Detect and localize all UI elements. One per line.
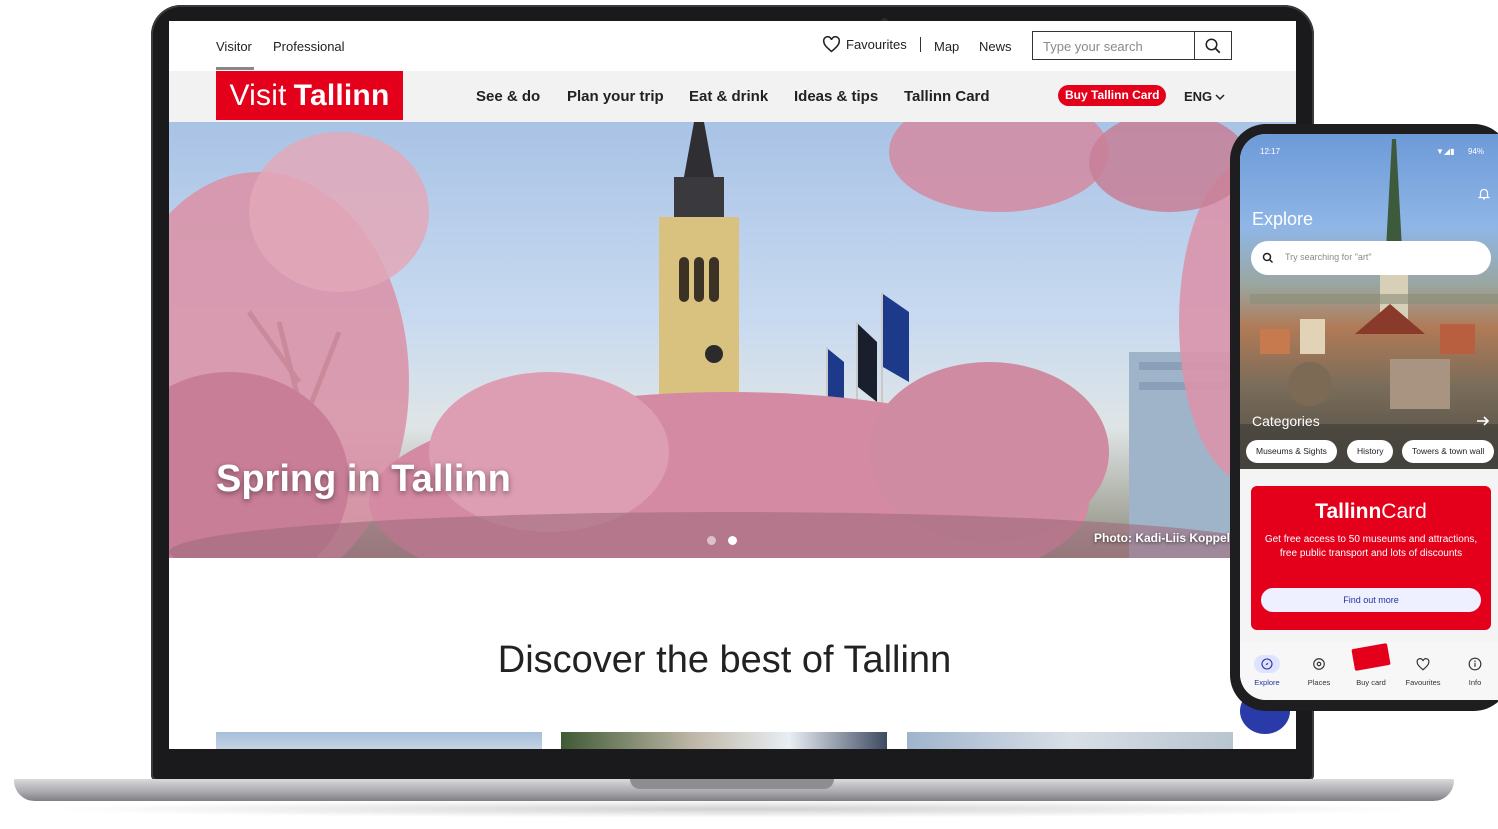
compass-icon	[1261, 658, 1273, 670]
hero-title: Spring in Tallinn	[216, 458, 511, 500]
category-chip[interactable]: Towers & town wall	[1402, 440, 1495, 463]
categories-title: Categories	[1252, 413, 1320, 429]
logo-text-visit: Visit	[229, 78, 287, 112]
tallinn-card-promo: TallinnCard Get free access to 50 museum…	[1251, 486, 1491, 630]
search-input[interactable]: Type your search	[1043, 39, 1143, 54]
desktop-screen: Visitor Professional Favourites Map News…	[169, 21, 1296, 749]
tab-explore[interactable]: Explore	[1242, 654, 1292, 687]
brand-part-card: Card	[1381, 500, 1427, 523]
tab-buy-card[interactable]: Buy card	[1346, 643, 1396, 687]
nav-plan-your-trip[interactable]: Plan your trip	[567, 88, 664, 105]
buy-tallinn-card-button[interactable]: Buy Tallinn Card	[1058, 85, 1167, 106]
card-thumbnail[interactable]	[907, 732, 1233, 749]
card-thumbnail[interactable]	[561, 732, 887, 749]
nav-see-and-do[interactable]: See & do	[476, 88, 540, 105]
tallinn-card-icon	[1351, 643, 1391, 671]
tab-label: Places	[1307, 678, 1331, 687]
separator	[920, 37, 921, 52]
carousel-dot[interactable]	[707, 536, 716, 545]
logo-text-tallinn: Tallinn	[293, 78, 390, 112]
top-utility-bar: Visitor Professional Favourites Map News…	[169, 21, 1296, 71]
section-title: Discover the best of Tallinn	[497, 639, 952, 681]
search-button[interactable]	[1194, 32, 1231, 59]
places-icon	[1313, 658, 1325, 670]
carousel-dot-active[interactable]	[728, 536, 737, 545]
tab-label: Explore	[1254, 678, 1280, 687]
laptop-shadow	[40, 800, 1430, 818]
status-time: 12:17	[1260, 147, 1281, 156]
news-link[interactable]: News	[979, 39, 1012, 54]
app-search-box[interactable]: Try searching for "art"	[1251, 241, 1491, 275]
nav-ideas-and-tips[interactable]: Ideas & tips	[794, 88, 878, 105]
status-icons: ▼◢▮	[1436, 147, 1455, 156]
category-chip[interactable]: History	[1347, 440, 1394, 463]
tallinn-card-brand: TallinnCard	[1251, 500, 1491, 524]
heart-icon	[1416, 657, 1430, 671]
promo-description: Get free access to 50 museums and attrac…	[1264, 534, 1478, 559]
phone-screen: 12:17 ▼◢▮ 94% Explore Try searching for …	[1240, 134, 1498, 700]
card-thumbnail[interactable]	[216, 732, 542, 749]
active-tab-underline	[216, 67, 254, 70]
hero-banner[interactable]: Spring in Tallinn Photo: Kadi-Liis Koppe…	[169, 122, 1296, 558]
app-hero-image: 12:17 ▼◢▮ 94% Explore Try searching for …	[1240, 134, 1498, 469]
info-icon	[1468, 657, 1482, 671]
language-selector[interactable]: ENG	[1184, 89, 1225, 104]
bell-icon[interactable]	[1477, 186, 1491, 201]
nav-eat-and-drink[interactable]: Eat & drink	[689, 88, 768, 105]
search-icon	[1262, 252, 1274, 264]
map-link[interactable]: Map	[934, 39, 959, 54]
tab-info[interactable]: Info	[1450, 654, 1498, 687]
tab-label: Info	[1468, 678, 1482, 687]
brand-part-tallinn: Tallinn	[1315, 500, 1382, 523]
favourites-link[interactable]: Favourites	[822, 36, 907, 53]
tab-label: Buy card	[1356, 678, 1386, 687]
tab-places[interactable]: Places	[1294, 654, 1344, 687]
category-chip[interactable]: Museums & Sights	[1246, 440, 1337, 463]
heart-icon	[822, 36, 841, 53]
status-battery: 94%	[1468, 147, 1485, 156]
language-label: ENG	[1184, 89, 1213, 104]
laptop-notch	[630, 779, 834, 789]
audience-tab-visitor[interactable]: Visitor	[216, 39, 252, 54]
search-box: Type your search	[1032, 31, 1232, 60]
photo-credit: Photo: Kadi-Liis Koppel	[1094, 531, 1230, 545]
nav-tallinn-card[interactable]: Tallinn Card	[904, 88, 990, 105]
favourites-label: Favourites	[846, 37, 907, 52]
chevron-down-icon	[1215, 93, 1225, 100]
explore-title: Explore	[1252, 209, 1314, 229]
carousel-dots	[707, 536, 737, 545]
tab-label: Favourites	[1405, 678, 1441, 687]
visit-tallinn-logo[interactable]: Visit Tallinn	[216, 71, 403, 120]
bottom-tab-bar: Explore Places Buy card Favourites Info	[1240, 642, 1498, 700]
main-nav: Visit Tallinn See & do Plan your trip Eat…	[169, 71, 1296, 122]
arrow-right-icon[interactable]	[1476, 415, 1490, 427]
tab-favourites[interactable]: Favourites	[1398, 654, 1448, 687]
find-out-more-button[interactable]: Find out more	[1261, 588, 1481, 612]
audience-tab-professional[interactable]: Professional	[273, 39, 345, 54]
app-search-input[interactable]: Try searching for "art"	[1285, 252, 1372, 262]
search-icon	[1205, 38, 1221, 53]
